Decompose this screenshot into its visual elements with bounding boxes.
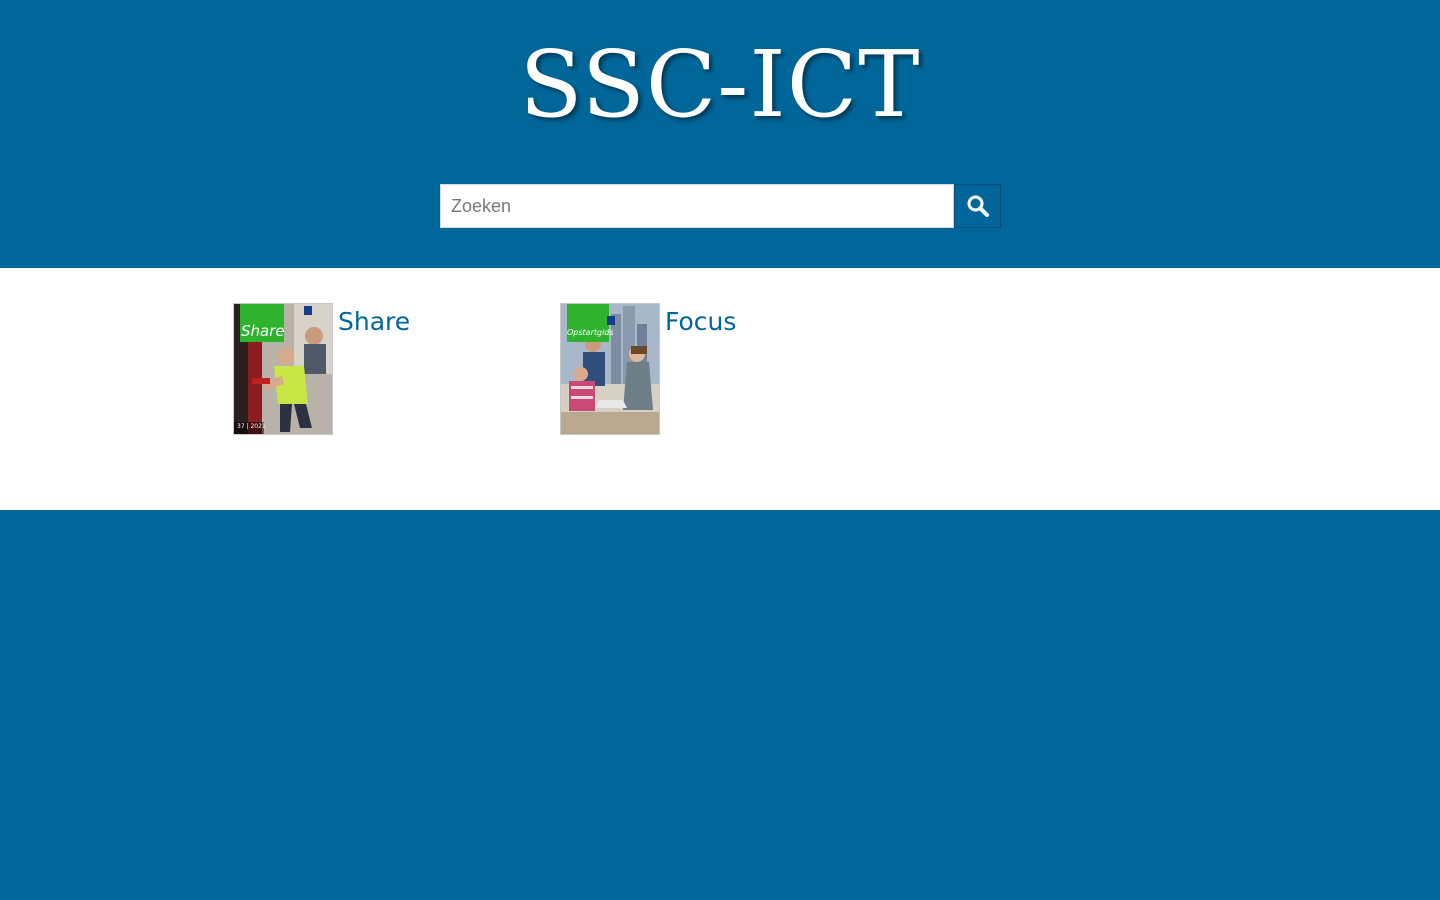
focus-cover-art bbox=[561, 304, 659, 434]
search-input[interactable] bbox=[440, 184, 954, 228]
page-footer bbox=[0, 510, 1440, 900]
share-cover-issue: 37 | 2021 bbox=[237, 423, 266, 430]
search-button[interactable] bbox=[954, 184, 1001, 228]
publication-link-focus[interactable]: Focus bbox=[665, 307, 736, 336]
focus-cover-badge: Opstartgids bbox=[567, 328, 614, 337]
site-title: SSC-ICT bbox=[519, 31, 921, 138]
publications-section: Share 37 | 2021 Share Opstartgids Focus bbox=[0, 268, 1440, 510]
search-icon bbox=[967, 195, 989, 217]
share-cover-badge: Share bbox=[241, 322, 285, 340]
focus-cover-image[interactable]: Opstartgids bbox=[560, 303, 660, 435]
publication-link-share[interactable]: Share bbox=[338, 307, 410, 336]
search-bar bbox=[440, 184, 1001, 228]
site-header: SSC-ICT bbox=[0, 0, 1440, 268]
share-cover-image[interactable]: Share 37 | 2021 bbox=[233, 303, 333, 435]
